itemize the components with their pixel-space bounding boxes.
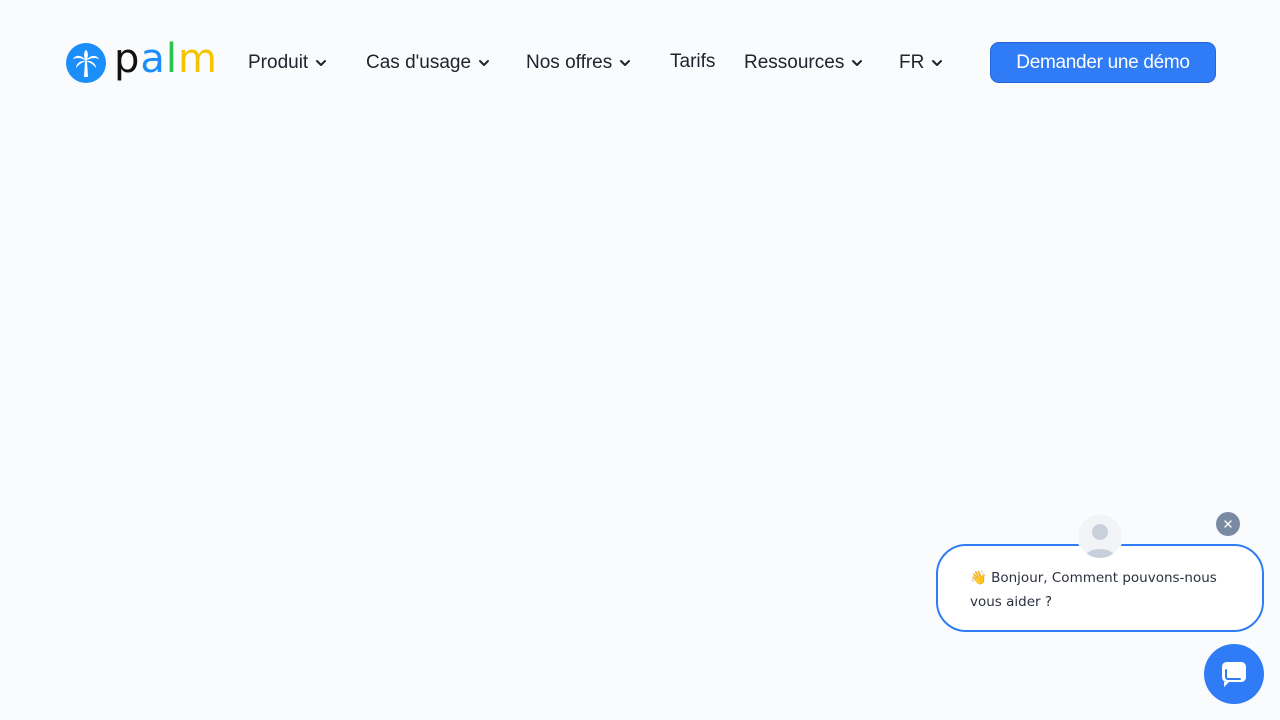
nav-item-label: Produit: [248, 52, 309, 73]
nav-item-produit[interactable]: Produit: [248, 50, 328, 76]
nav-item-label: Nos offres: [526, 52, 613, 73]
nav-item-label: Ressources: [744, 52, 845, 73]
wave-emoji: 👋: [970, 570, 987, 586]
nav-item-label: Cas d'usage: [366, 52, 472, 73]
nav-item-nos-offres[interactable]: Nos offres: [526, 50, 632, 76]
chevron-down-icon: [852, 60, 863, 66]
request-demo-button[interactable]: Demander une démo: [990, 42, 1216, 83]
nav-item-cas-usage[interactable]: Cas d'usage: [366, 50, 491, 76]
chat-bubble-icon: [1222, 662, 1246, 687]
chevron-down-icon: [316, 60, 327, 66]
chevron-down-icon: [932, 60, 943, 66]
nav-item-tarifs[interactable]: Tarifs: [670, 49, 715, 75]
top-navigation: palm Produit Cas d'usage Nos offres Tari…: [0, 0, 1280, 125]
palm-tree-icon: [66, 43, 106, 83]
chevron-down-icon: [479, 60, 490, 66]
close-icon: [1224, 520, 1232, 528]
nav-item-label: Tarifs: [670, 51, 716, 72]
language-label: FR: [899, 52, 925, 73]
chat-launcher-button[interactable]: [1204, 644, 1264, 704]
user-silhouette-icon: [1085, 524, 1115, 558]
chat-greeting-text: Bonjour, Comment pouvons-nous vous aider…: [970, 570, 1217, 610]
nav-item-ressources[interactable]: Ressources: [744, 50, 864, 76]
agent-avatar: [1077, 513, 1123, 559]
palm-logo[interactable]: palm: [66, 39, 218, 83]
brand-wordmark: palm: [114, 36, 218, 82]
chat-close-button[interactable]: [1216, 512, 1240, 536]
language-selector[interactable]: FR: [899, 50, 944, 76]
chevron-down-icon: [620, 60, 631, 66]
